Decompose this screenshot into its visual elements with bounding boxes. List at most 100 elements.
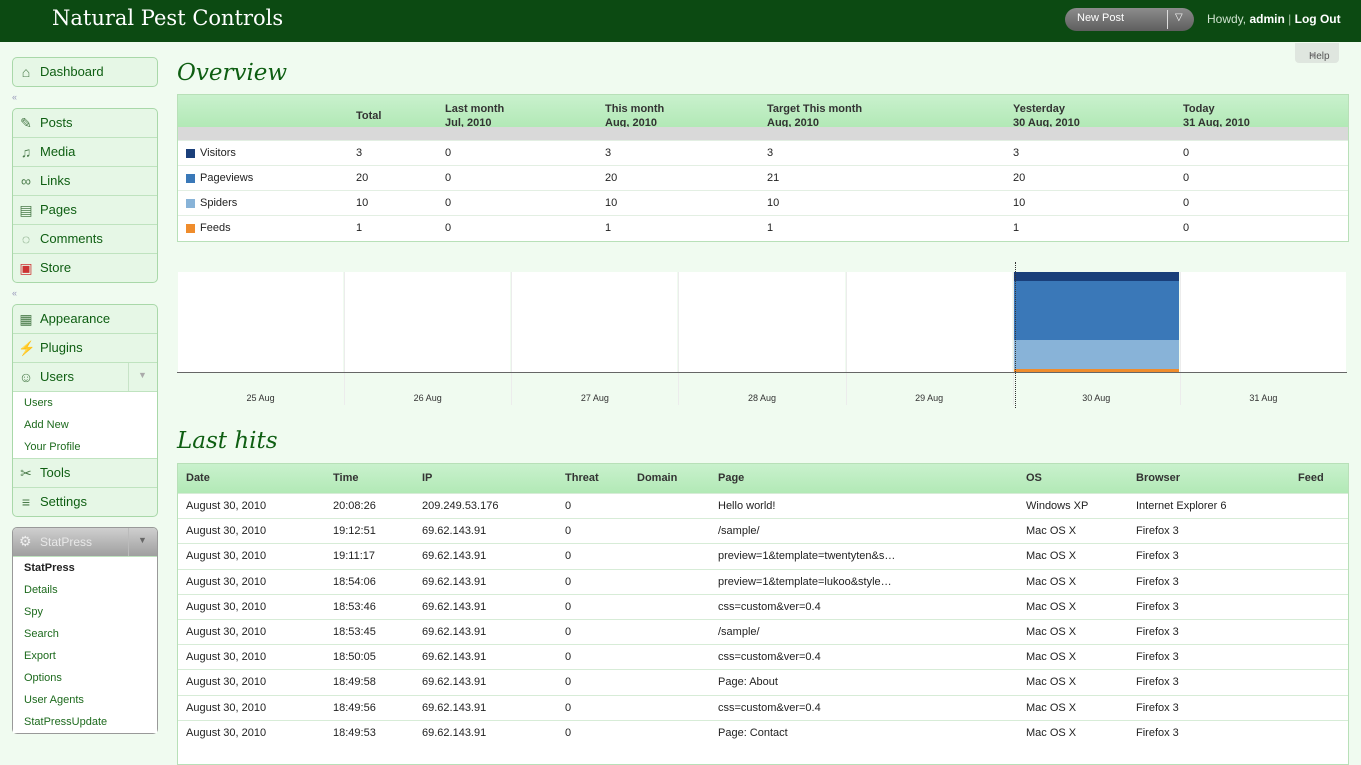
x-tick-label: 29 Aug <box>915 393 944 403</box>
menu-label[interactable]: Tools <box>40 465 70 480</box>
last-hits-table: Date Time IP Threat Domain Page OS Browser Feed … <box>177 463 1349 765</box>
submenu-item[interactable]: Search <box>13 623 157 645</box>
overview-table: Total Last month Jul, 2010 This month Aug,… <box>177 94 1349 242</box>
menu-item-settings[interactable]: ≡ Settings <box>13 487 157 516</box>
row-value: 20 <box>1013 172 1026 184</box>
pin-icon: ✎ <box>20 115 32 131</box>
submenu-item[interactable]: StatPressUpdate <box>13 711 157 733</box>
column-header[interactable]: OS <box>1026 472 1042 484</box>
chart-baseline <box>177 372 1347 373</box>
menu-label[interactable]: Appearance <box>40 311 110 326</box>
menu-item-appearance[interactable]: ▦ Appearance <box>13 305 157 333</box>
menu-item-posts[interactable]: ✎ Posts <box>13 109 157 137</box>
cell-ip: 69.62.143.91 <box>422 525 487 538</box>
submenu-item[interactable]: Details <box>13 579 157 601</box>
menu-label[interactable]: Media <box>40 144 75 159</box>
menu-item-store[interactable]: ▣ Store <box>13 253 157 282</box>
col-header-today: Today 31 Aug, 2010 <box>1183 103 1250 129</box>
chart-day-background <box>1180 272 1346 373</box>
column-header[interactable]: Feed <box>1298 472 1324 484</box>
cell-date: August 30, 2010 <box>186 701 267 714</box>
submenu-item[interactable]: Options <box>13 667 157 689</box>
column-header[interactable]: Page <box>718 472 744 484</box>
menu-item-plugins[interactable]: ⚡ Plugins <box>13 333 157 362</box>
cell-os: Mac OS X <box>1026 726 1077 739</box>
chart-day-divider <box>511 272 512 405</box>
column-header[interactable]: Date <box>186 472 210 484</box>
submenu-item-current[interactable]: StatPress <box>13 557 157 579</box>
new-post-button[interactable]: New Post ▽ <box>1065 8 1194 31</box>
menu-item-media[interactable]: ♫ Media <box>13 137 157 166</box>
collapse-separator-icon[interactable]: « <box>12 92 17 102</box>
help-arrow-icon: ▼ <box>1309 51 1317 60</box>
logout-link[interactable]: Log Out <box>1295 12 1341 26</box>
col-header-total: Total <box>356 110 382 122</box>
submenu-item[interactable]: Users <box>13 392 157 414</box>
new-post-label[interactable]: New Post <box>1077 12 1124 24</box>
chart-day-divider <box>344 272 345 405</box>
submenu-item[interactable]: Your Profile <box>13 436 157 458</box>
row-value: 0 <box>445 147 452 159</box>
chart-day-divider <box>1180 272 1181 405</box>
users-toggle[interactable]: ▼ <box>128 363 157 391</box>
menu-item-links[interactable]: ∞ Links <box>13 166 157 195</box>
chart-day-divider <box>846 272 847 405</box>
statpress-submenu: StatPress Details Spy Search Export Opti… <box>13 556 157 733</box>
dropdown-arrow-icon[interactable]: ▽ <box>1175 12 1183 23</box>
column-header[interactable]: Browser <box>1136 472 1180 484</box>
cell-browser: Firefox 3 <box>1136 575 1179 588</box>
cell-os: Mac OS X <box>1026 575 1077 588</box>
cell-ip: 69.62.143.91 <box>422 676 487 689</box>
menu-group-admin: ▦ Appearance ⚡ Plugins ☺ Users ▼ Users Add … <box>12 304 158 517</box>
menu-label[interactable]: Comments <box>40 231 103 246</box>
site-title[interactable]: Natural Pest Controls <box>52 6 283 30</box>
menu-label[interactable]: StatPress <box>40 535 92 549</box>
row-value: 10 <box>356 197 369 209</box>
username-link[interactable]: admin <box>1249 12 1284 26</box>
menu-item-tools[interactable]: ✂ Tools <box>13 458 157 487</box>
user-greeting: Howdy, admin | Log Out <box>1207 12 1341 26</box>
cell-ip: 69.62.143.91 <box>422 726 487 739</box>
column-header[interactable]: Domain <box>637 472 677 484</box>
submenu-item[interactable]: Export <box>13 645 157 667</box>
bar-pageviews-30-aug <box>1013 280 1179 340</box>
menu-item-comments[interactable]: ◌ Comments <box>13 224 157 253</box>
x-tick-label: 28 Aug <box>747 393 776 403</box>
row-value: 1 <box>1013 222 1020 234</box>
menu-label[interactable]: Plugins <box>40 340 83 355</box>
x-tick-label: 30 Aug <box>1082 393 1111 403</box>
x-tick-label: 25 Aug <box>246 393 275 403</box>
menu-item-dashboard[interactable]: ⌂ Dashboard <box>13 58 157 86</box>
submenu-item[interactable]: Spy <box>13 601 157 623</box>
cell-threat: 0 <box>565 701 572 714</box>
menu-item-pages[interactable]: ▤ Pages <box>13 195 157 224</box>
help-tab[interactable]: Help ▼ <box>1295 43 1339 63</box>
submenu-item[interactable]: User Agents <box>13 689 157 711</box>
link-icon: ∞ <box>21 173 31 189</box>
menu-item-statpress[interactable]: ⚙ StatPress ▼ <box>13 528 157 556</box>
row-label: Visitors <box>200 147 236 159</box>
submenu-item[interactable]: Add New <box>13 414 157 436</box>
separator: | <box>1288 12 1292 26</box>
cell-date: August 30, 2010 <box>186 575 267 588</box>
row-value: 21 <box>767 172 780 184</box>
statpress-toggle[interactable]: ▼ <box>128 528 157 556</box>
menu-label[interactable]: Pages <box>40 202 77 217</box>
menu-label[interactable]: Links <box>40 173 70 188</box>
cell-page: preview=1&template=twentyten&s… <box>718 550 896 563</box>
row-value: 3 <box>605 147 612 159</box>
collapse-separator-icon[interactable]: « <box>12 288 17 298</box>
cell-time: 20:08:26 <box>333 500 376 512</box>
cell-page: css=custom&ver=0.4 <box>718 701 821 714</box>
menu-item-users[interactable]: ☺ Users ▼ <box>13 362 157 391</box>
column-header[interactable]: Threat <box>565 472 599 484</box>
menu-label[interactable]: Dashboard <box>40 64 104 79</box>
menu-label[interactable]: Posts <box>40 115 73 130</box>
cell-ip: 209.249.53.176 <box>422 500 499 512</box>
column-header[interactable]: IP <box>422 472 432 484</box>
menu-label[interactable]: Settings <box>40 494 87 509</box>
menu-label[interactable]: Store <box>40 260 71 275</box>
column-header[interactable]: Time <box>333 472 358 484</box>
row-value: 0 <box>445 222 452 234</box>
menu-label[interactable]: Users <box>40 369 74 384</box>
